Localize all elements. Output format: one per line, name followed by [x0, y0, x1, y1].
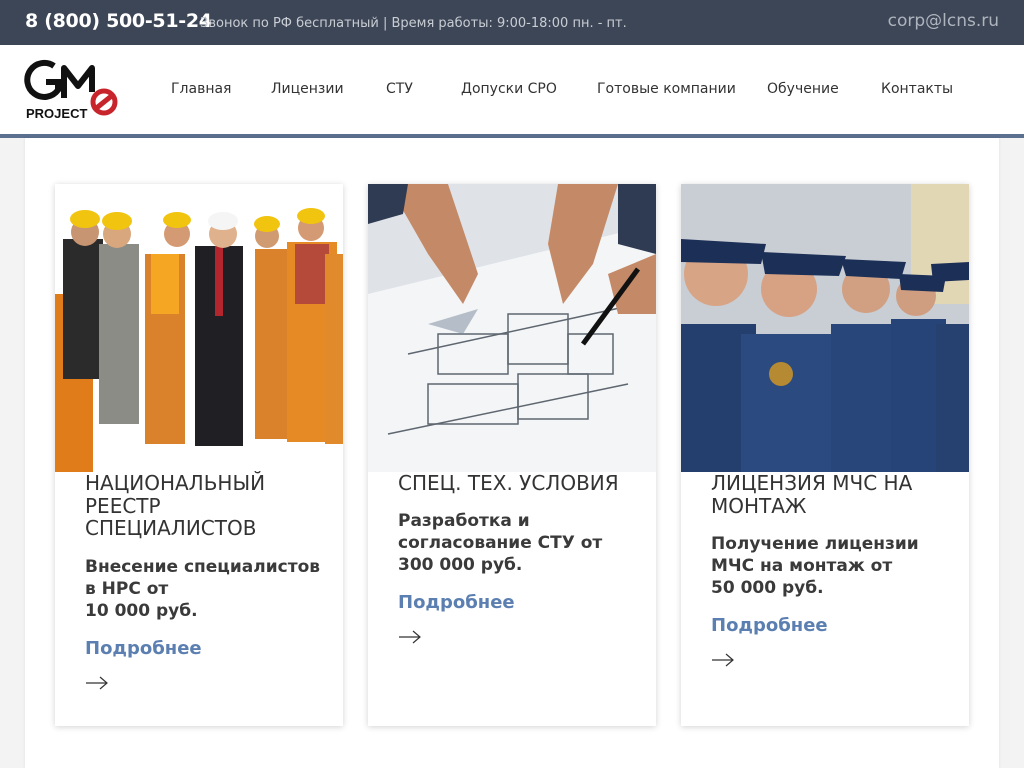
- arrow-right-icon[interactable]: [85, 676, 109, 690]
- phone-number[interactable]: 8 (800) 500-51-24: [25, 10, 212, 32]
- service-card-stu[interactable]: СПЕЦ. ТЕХ. УСЛОВИЯ Разработка и согласов…: [368, 184, 656, 726]
- nav-item-stu[interactable]: СТУ: [386, 81, 413, 97]
- card-title: СПЕЦ. ТЕХ. УСЛОВИЯ: [398, 471, 619, 495]
- working-hours: Звонок по РФ бесплатный | Время работы: …: [200, 16, 627, 31]
- nav-item-ready-companies[interactable]: Готовые компании: [597, 81, 736, 97]
- service-card-nrs[interactable]: НАЦИОНАЛЬНЫЙ РЕЕСТР СПЕЦИАЛИСТОВ Внесени…: [55, 184, 343, 726]
- site-logo[interactable]: PROJECT: [24, 56, 118, 122]
- top-bar: 8 (800) 500-51-24 Звонок по РФ бесплатны…: [0, 0, 1024, 45]
- card-description: Разработка и согласование СТУ от 300 000 …: [398, 511, 603, 575]
- nav-item-home[interactable]: Главная: [171, 81, 231, 97]
- card-title: ЛИЦЕНЗИЯ МЧС НА МОНТАЖ: [711, 471, 913, 518]
- construction-workers-image: [55, 184, 343, 472]
- blueprint-plans-image: [368, 184, 656, 472]
- gm-project-logo-icon: PROJECT: [24, 59, 118, 121]
- nav-item-sro[interactable]: Допуски СРО: [461, 81, 557, 97]
- email-link[interactable]: corp@lcns.ru: [888, 11, 999, 31]
- svg-text:PROJECT: PROJECT: [26, 106, 87, 121]
- nav-item-contacts[interactable]: Контакты: [881, 81, 953, 97]
- nav-item-licenses[interactable]: Лицензии: [271, 81, 344, 97]
- arrow-right-icon[interactable]: [711, 653, 735, 667]
- arrow-right-icon[interactable]: [398, 630, 422, 644]
- card-description: Получение лицензии МЧС на монтаж от 50 00…: [711, 534, 919, 598]
- site-header: PROJECT Главная Лицензии СТУ Допуски СРО…: [0, 45, 1024, 134]
- card-description: Внесение специалистов в НРС от 10 000 руб…: [85, 557, 321, 621]
- more-link[interactable]: Подробнее: [85, 638, 202, 659]
- card-title: НАЦИОНАЛЬНЫЙ РЕЕСТР СПЕЦИАЛИСТОВ: [85, 471, 266, 540]
- emergency-officers-image: [681, 184, 969, 472]
- more-link[interactable]: Подробнее: [711, 615, 828, 636]
- nav-item-training[interactable]: Обучение: [767, 81, 839, 97]
- more-link[interactable]: Подробнее: [398, 592, 515, 613]
- service-card-mchs[interactable]: ЛИЦЕНЗИЯ МЧС НА МОНТАЖ Получение лицензи…: [681, 184, 969, 726]
